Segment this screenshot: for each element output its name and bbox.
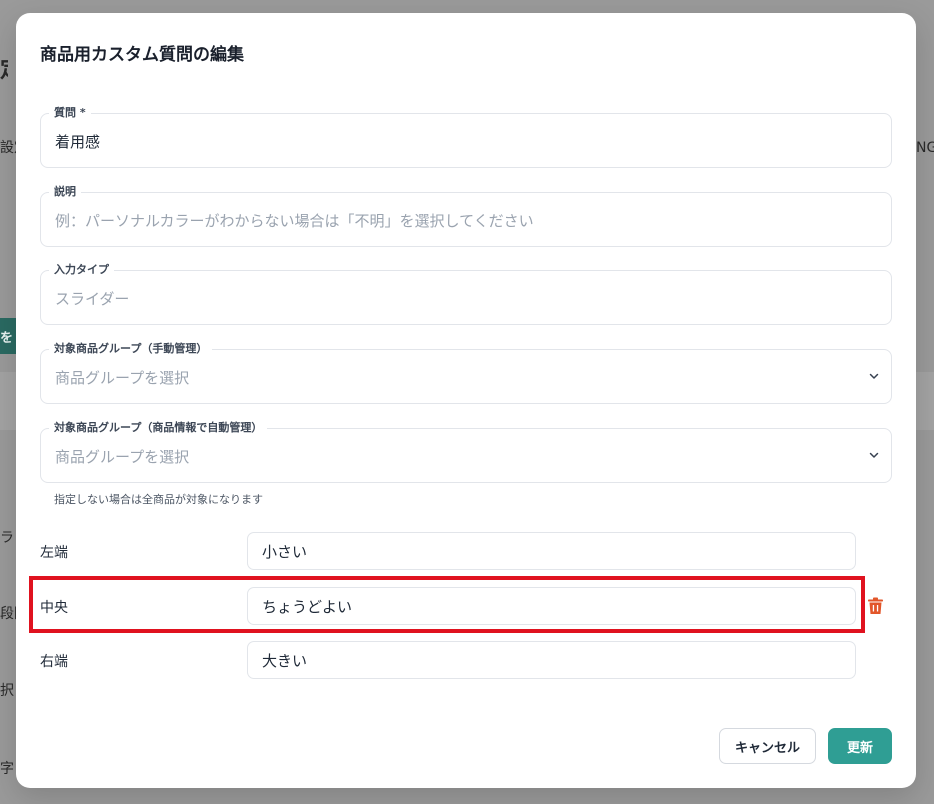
- description-label: 説明: [49, 185, 81, 199]
- trash-icon[interactable]: [867, 597, 884, 615]
- cancel-button[interactable]: キャンセル: [719, 728, 816, 764]
- chevron-down-icon: [869, 373, 879, 379]
- product-group-auto-placeholder: 商品グループを選択: [55, 448, 190, 466]
- background-text: 定: [0, 52, 8, 84]
- background-text: 字: [0, 761, 14, 777]
- product-group-auto-select[interactable]: 対象商品グループ（商品情報で自動管理） 商品グループを選択: [40, 421, 892, 483]
- slider-left-label: 左端: [40, 545, 68, 561]
- dialog-title: 商品用カスタム質問の編集: [40, 45, 244, 65]
- edit-custom-question-dialog: 商品用カスタム質問の編集 質問 * 着用感 説明 例：パーソナルカラーがわからな…: [16, 13, 916, 788]
- slider-right-input[interactable]: [247, 641, 856, 679]
- question-field[interactable]: 質問 * 着用感: [40, 106, 892, 168]
- helper-text: 指定しない場合は全商品が対象になります: [54, 493, 263, 506]
- product-group-manual-select[interactable]: 対象商品グループ（手動管理） 商品グループを選択: [40, 342, 892, 404]
- update-button[interactable]: 更新: [828, 728, 892, 764]
- product-group-manual-label: 対象商品グループ（手動管理）: [49, 342, 213, 356]
- question-value: 着用感: [55, 133, 101, 151]
- background-text: ラ: [0, 530, 14, 546]
- highlight-annotation: [29, 576, 865, 633]
- background-text: 段階: [0, 606, 16, 622]
- product-group-auto-label: 対象商品グループ（商品情報で自動管理）: [49, 421, 268, 435]
- slider-left-input[interactable]: [247, 532, 856, 570]
- background-text: 択: [0, 683, 14, 699]
- slider-right-label: 右端: [40, 654, 68, 670]
- input-type-field[interactable]: 入力タイプ スライダー: [40, 263, 892, 325]
- background-text: NGワ: [916, 140, 934, 156]
- question-label: 質問 *: [49, 106, 91, 120]
- background-text: 設定: [0, 140, 16, 156]
- product-group-manual-placeholder: 商品グループを選択: [55, 369, 190, 387]
- chevron-down-icon: [869, 452, 879, 458]
- input-type-value: スライダー: [55, 290, 130, 308]
- description-field[interactable]: 説明 例：パーソナルカラーがわからない場合は「不明」を選択してください: [40, 185, 892, 247]
- background-button: を: [0, 318, 16, 354]
- input-type-label: 入力タイプ: [49, 263, 114, 277]
- description-placeholder: 例：パーソナルカラーがわからない場合は「不明」を選択してください: [55, 212, 534, 230]
